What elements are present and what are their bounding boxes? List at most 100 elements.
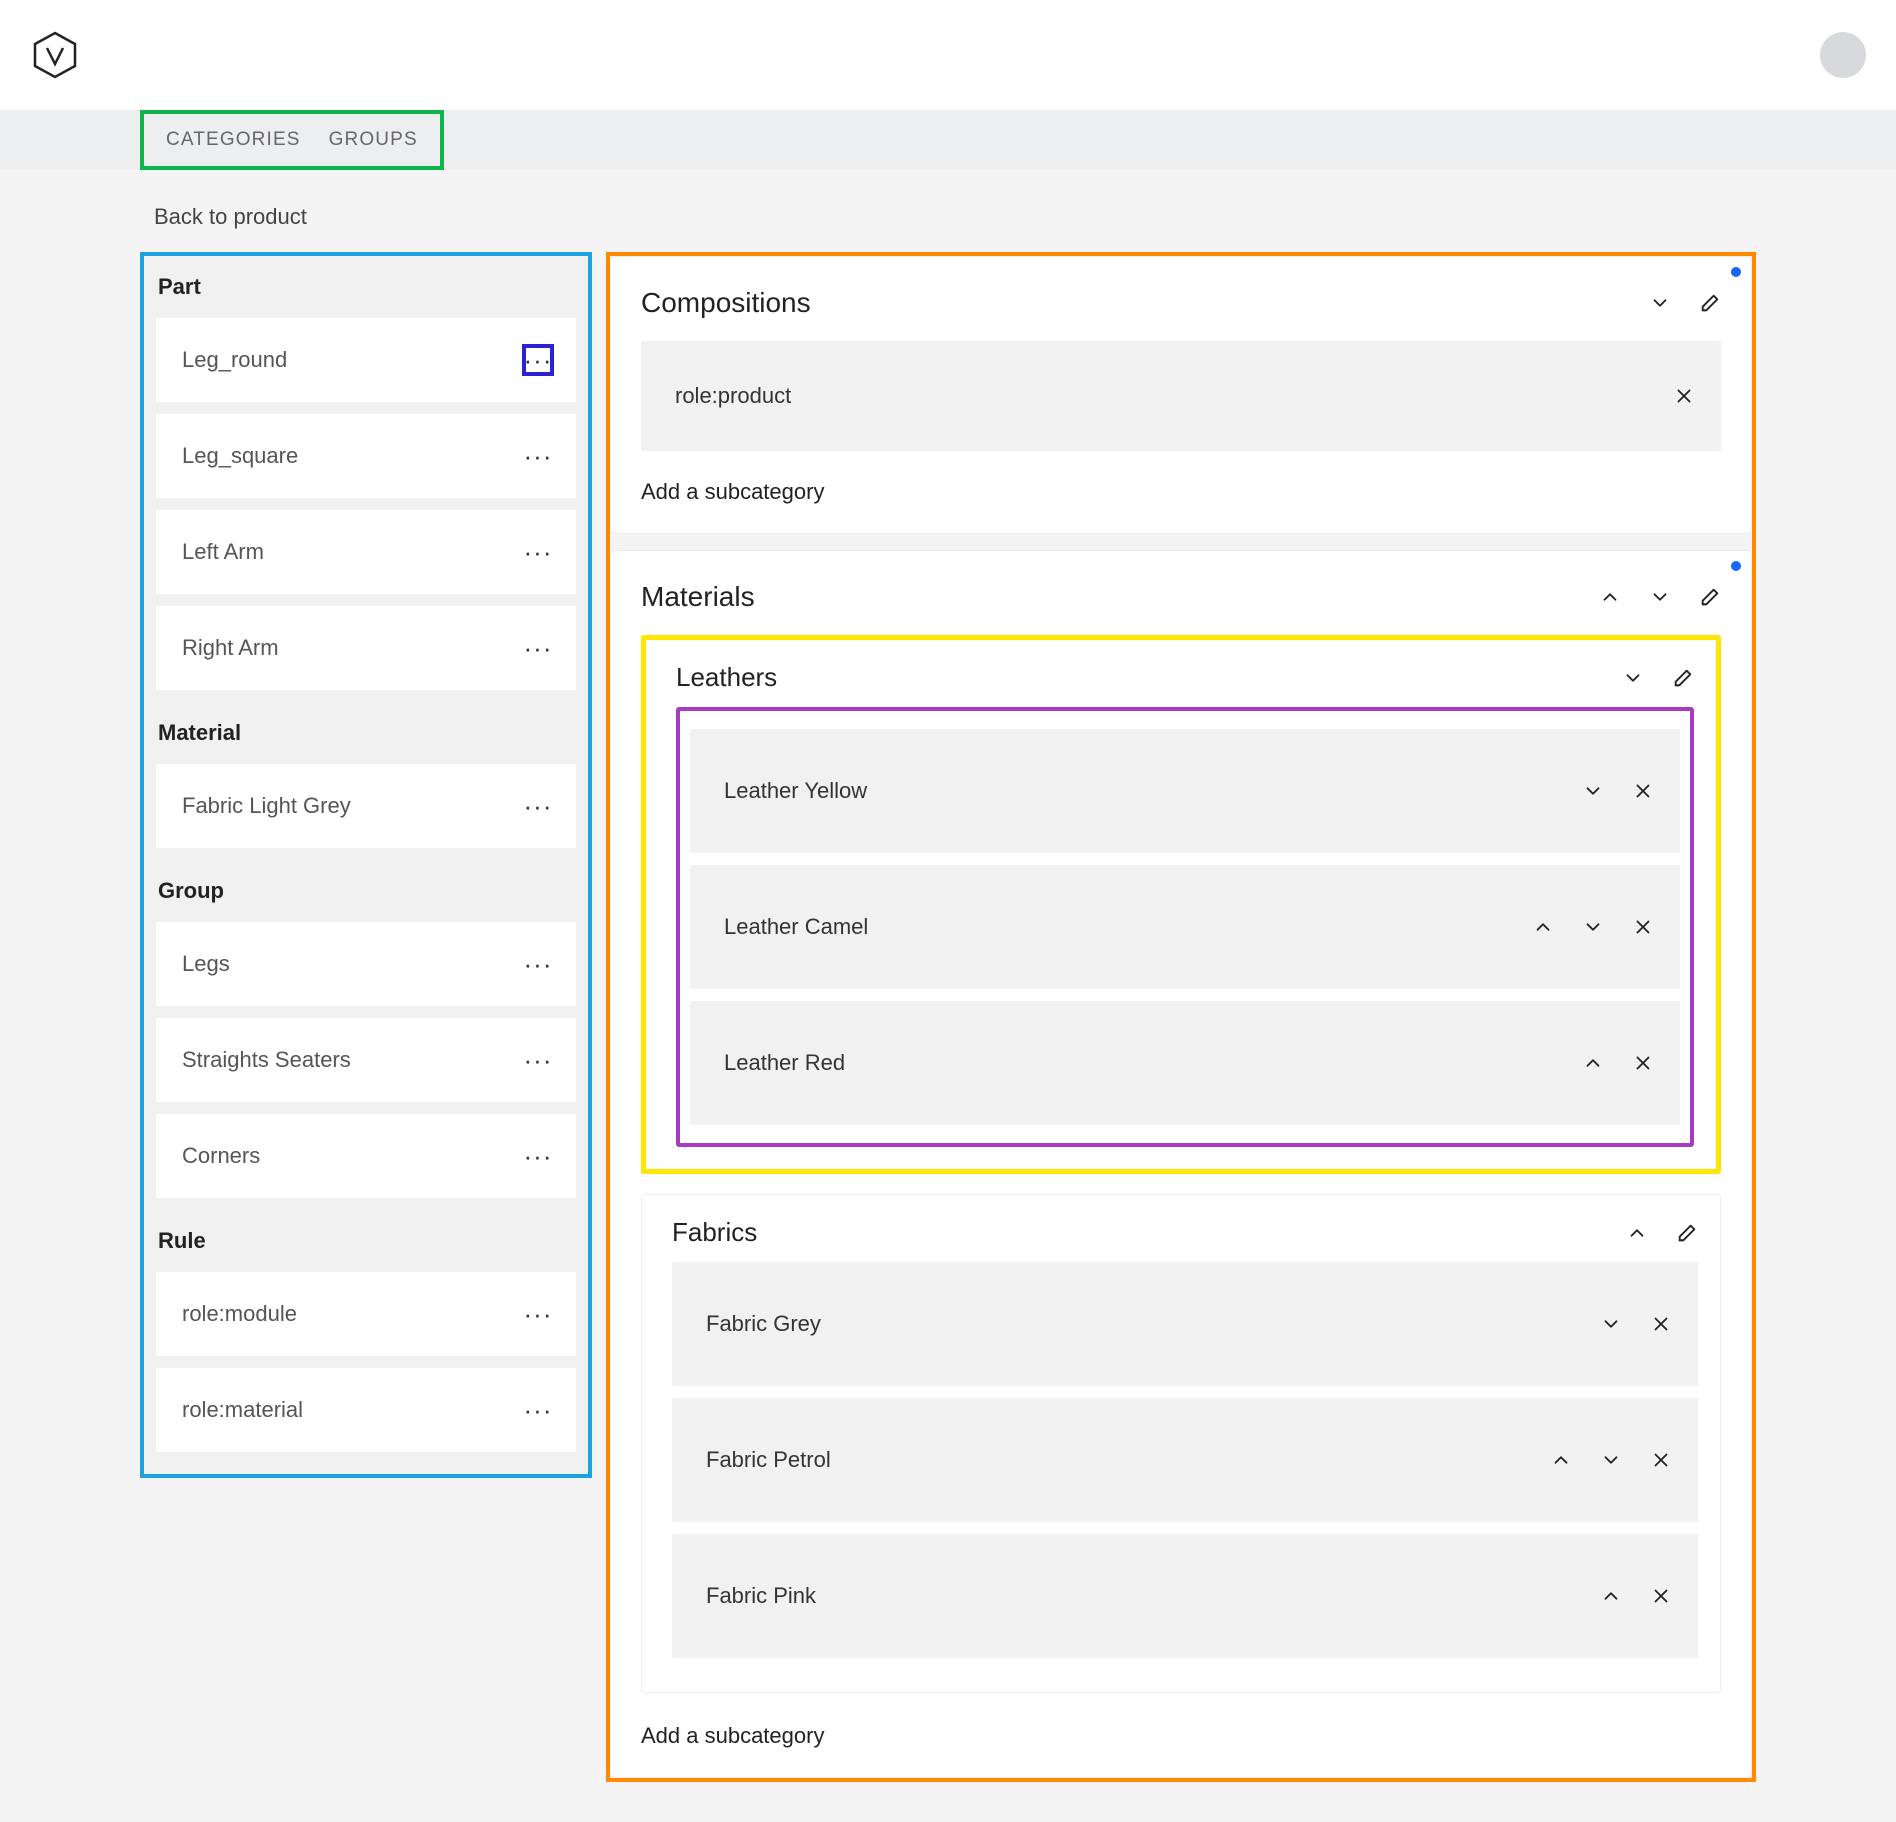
sidebar-item[interactable]: role:material ··· <box>156 1368 576 1452</box>
sidebar-item-label: role:material <box>182 1397 303 1423</box>
sidebar-item-label: Left Arm <box>182 539 264 565</box>
subcat-down-icon[interactable] <box>1622 667 1644 689</box>
chip-actions <box>1673 385 1695 407</box>
item-close-icon[interactable] <box>1650 1449 1672 1471</box>
sidebar-item[interactable]: Fabric Light Grey ··· <box>156 764 576 848</box>
sidebar-item[interactable]: role:module ··· <box>156 1272 576 1356</box>
item-actions <box>1532 916 1654 938</box>
item-label: Fabric Grey <box>706 1311 821 1337</box>
item-close-icon[interactable] <box>1650 1585 1672 1607</box>
subcategory: LeathersLeather YellowLeather CamelLeath… <box>641 635 1721 1174</box>
panel-up-icon[interactable] <box>1599 586 1621 608</box>
panel-actions <box>1649 292 1721 314</box>
sidebar-item-label: Fabric Light Grey <box>182 793 351 819</box>
chip-close-icon[interactable] <box>1673 385 1695 407</box>
panel-actions <box>1599 586 1721 608</box>
item-label: Leather Camel <box>724 914 868 940</box>
panel-edit-icon[interactable] <box>1699 586 1721 608</box>
item-close-icon[interactable] <box>1650 1313 1672 1335</box>
sidebar-section-title: Part <box>144 256 588 318</box>
item-down-icon[interactable] <box>1582 916 1604 938</box>
subcategory: Fabrics Fabric Grey Fabric Petrol Fabric Pi… <box>641 1194 1721 1693</box>
sidebar-section-title: Rule <box>144 1210 588 1272</box>
item-down-icon[interactable] <box>1600 1313 1622 1335</box>
sidebar-section-title: Group <box>144 860 588 922</box>
sidebar-item-label: Legs <box>182 951 230 977</box>
item-close-icon[interactable] <box>1632 916 1654 938</box>
more-icon[interactable]: ··· <box>522 632 554 664</box>
item-row[interactable]: Fabric Pink <box>672 1534 1698 1658</box>
item-up-icon[interactable] <box>1582 1052 1604 1074</box>
item-row[interactable]: Fabric Petrol <box>672 1398 1698 1522</box>
item-actions <box>1600 1585 1672 1607</box>
item-actions <box>1550 1449 1672 1471</box>
subcategory-items-highlight: Leather Yellow Leather Camel Leather Red <box>676 707 1694 1147</box>
sidebar: Part Leg_round ··· Leg_square ··· Left Arm ···… <box>140 252 592 1478</box>
more-icon[interactable]: ··· <box>522 440 554 472</box>
sidebar-item[interactable]: Legs ··· <box>156 922 576 1006</box>
sidebar-item[interactable]: Straights Seaters··· <box>156 1018 576 1102</box>
sidebar-item[interactable]: Right Arm ··· <box>156 606 576 690</box>
more-icon[interactable]: ··· <box>522 1140 554 1172</box>
panel-head: Compositions <box>641 287 1721 319</box>
back-link[interactable]: Back to product <box>140 204 307 252</box>
item-close-icon[interactable] <box>1632 1052 1654 1074</box>
item-row[interactable]: Leather Yellow <box>690 729 1680 853</box>
tab-categories[interactable]: CATEGORIES <box>152 129 315 151</box>
sidebar-item[interactable]: Leg_round ··· <box>156 318 576 402</box>
item-label: Fabric Petrol <box>706 1447 831 1473</box>
more-icon[interactable]: ··· <box>522 1394 554 1426</box>
subcategory-head: Fabrics <box>672 1217 1698 1248</box>
more-icon[interactable]: ··· <box>522 948 554 980</box>
subcat-edit-icon[interactable] <box>1672 667 1694 689</box>
panel-down-icon[interactable] <box>1649 292 1671 314</box>
sidebar-item[interactable]: Leg_square ··· <box>156 414 576 498</box>
more-icon[interactable]: ··· <box>522 1044 554 1076</box>
panel-title: Compositions <box>641 287 811 319</box>
tabstrip: CATEGORIES GROUPS <box>0 110 1896 170</box>
item-up-icon[interactable] <box>1550 1449 1572 1471</box>
sidebar-item-label: role:module <box>182 1301 297 1327</box>
item-down-icon[interactable] <box>1582 780 1604 802</box>
subcategory-title: Fabrics <box>672 1217 757 1248</box>
chip-row[interactable]: role:product <box>641 341 1721 451</box>
item-row[interactable]: Leather Red <box>690 1001 1680 1125</box>
subcategory-actions <box>1626 1222 1698 1244</box>
more-icon[interactable]: ··· <box>522 790 554 822</box>
tabstrip-highlight: CATEGORIES GROUPS <box>140 110 444 170</box>
sidebar-item-label: Leg_square <box>182 443 298 469</box>
more-icon[interactable]: ··· <box>522 536 554 568</box>
item-label: Leather Yellow <box>724 778 867 804</box>
item-label: Leather Red <box>724 1050 845 1076</box>
sidebar-item[interactable]: Left Arm ··· <box>156 510 576 594</box>
item-down-icon[interactable] <box>1600 1449 1622 1471</box>
panel: Materials Leathers Leather Yellow Leather C… <box>610 550 1752 1778</box>
sidebar-item[interactable]: Corners··· <box>156 1114 576 1198</box>
change-indicator-dot <box>1731 561 1741 571</box>
panel: Compositions role:product Add a subcategor… <box>610 256 1752 534</box>
panel-down-icon[interactable] <box>1649 586 1671 608</box>
chip-label: role:product <box>675 383 791 409</box>
panel-head: Materials <box>641 581 1721 613</box>
item-up-icon[interactable] <box>1532 916 1554 938</box>
subcat-up-icon[interactable] <box>1626 1222 1648 1244</box>
subcategory-title: Leathers <box>676 662 777 693</box>
panel-edit-icon[interactable] <box>1699 292 1721 314</box>
item-actions <box>1600 1313 1672 1335</box>
add-subcategory[interactable]: Add a subcategory <box>641 479 824 505</box>
main-panel: Compositions role:product Add a subcategor… <box>606 252 1756 1782</box>
avatar[interactable] <box>1820 32 1866 78</box>
sidebar-item-label: Right Arm <box>182 635 279 661</box>
item-row[interactable]: Fabric Grey <box>672 1262 1698 1386</box>
item-row[interactable]: Leather Camel <box>690 865 1680 989</box>
more-icon[interactable]: ··· <box>522 344 554 376</box>
subcat-edit-icon[interactable] <box>1676 1222 1698 1244</box>
add-subcategory[interactable]: Add a subcategory <box>641 1723 824 1749</box>
tab-groups[interactable]: GROUPS <box>315 129 432 151</box>
item-up-icon[interactable] <box>1600 1585 1622 1607</box>
item-close-icon[interactable] <box>1632 780 1654 802</box>
change-indicator-dot <box>1731 267 1741 277</box>
sidebar-item-label: Leg_round <box>182 347 287 373</box>
more-icon[interactable]: ··· <box>522 1298 554 1330</box>
panel-title: Materials <box>641 581 755 613</box>
